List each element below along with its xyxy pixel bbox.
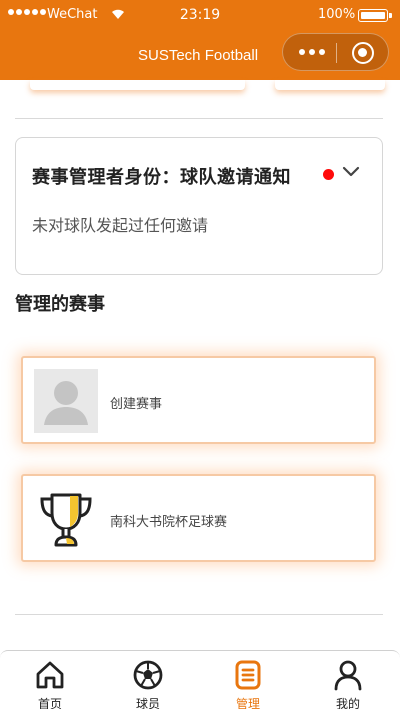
unread-dot-icon <box>323 169 334 180</box>
avatar-placeholder-icon <box>34 369 98 433</box>
event-label: 南科大书院杯足球赛 <box>110 515 228 530</box>
invitation-notice-card[interactable]: 赛事管理者身份：球队邀请通知 未对球队发起过任何邀请 <box>15 137 383 275</box>
header: WeChat 23:19 100% SUSTech Football <box>0 0 400 80</box>
tab-manage[interactable]: 管理 <box>198 651 298 709</box>
more-icon[interactable] <box>299 49 325 55</box>
close-mini-program-icon[interactable] <box>352 42 374 64</box>
scrolled-card[interactable] <box>30 80 245 90</box>
tab-label: 我的 <box>335 697 360 709</box>
divider <box>15 118 383 119</box>
chevron-down-icon[interactable] <box>342 166 360 178</box>
divider <box>15 614 383 615</box>
scrolled-card[interactable] <box>275 80 385 90</box>
create-event-card[interactable]: 创建赛事 <box>21 356 376 444</box>
event-label: 创建赛事 <box>110 397 163 412</box>
tab-bar: 首页 球员 管理 我的 <box>0 650 400 709</box>
trophy-icon <box>34 487 98 551</box>
manage-icon <box>235 660 261 690</box>
profile-icon <box>334 660 362 691</box>
tab-home[interactable]: 首页 <box>0 651 100 709</box>
title-bar: SUSTech Football <box>0 32 400 80</box>
section-title: 管理的赛事 <box>15 294 105 315</box>
tab-label: 管理 <box>235 697 260 709</box>
tab-profile[interactable]: 我的 <box>298 651 398 709</box>
capsule-divider <box>336 43 337 63</box>
tab-label: 球员 <box>135 697 160 709</box>
tab-label: 首页 <box>37 697 62 709</box>
tab-players[interactable]: 球员 <box>98 651 198 709</box>
football-icon <box>133 660 163 690</box>
mini-program-capsule <box>282 33 389 71</box>
home-icon <box>36 661 64 689</box>
battery-icon <box>358 9 392 22</box>
battery-percent: 100% <box>318 7 356 22</box>
event-card[interactable]: 南科大书院杯足球赛 <box>21 474 376 562</box>
notice-title: 赛事管理者身份：球队邀请通知 <box>32 167 291 188</box>
status-bar: WeChat 23:19 100% <box>0 0 400 32</box>
page-title: SUSTech Football <box>138 47 259 64</box>
notice-text: 未对球队发起过任何邀请 <box>32 216 209 235</box>
